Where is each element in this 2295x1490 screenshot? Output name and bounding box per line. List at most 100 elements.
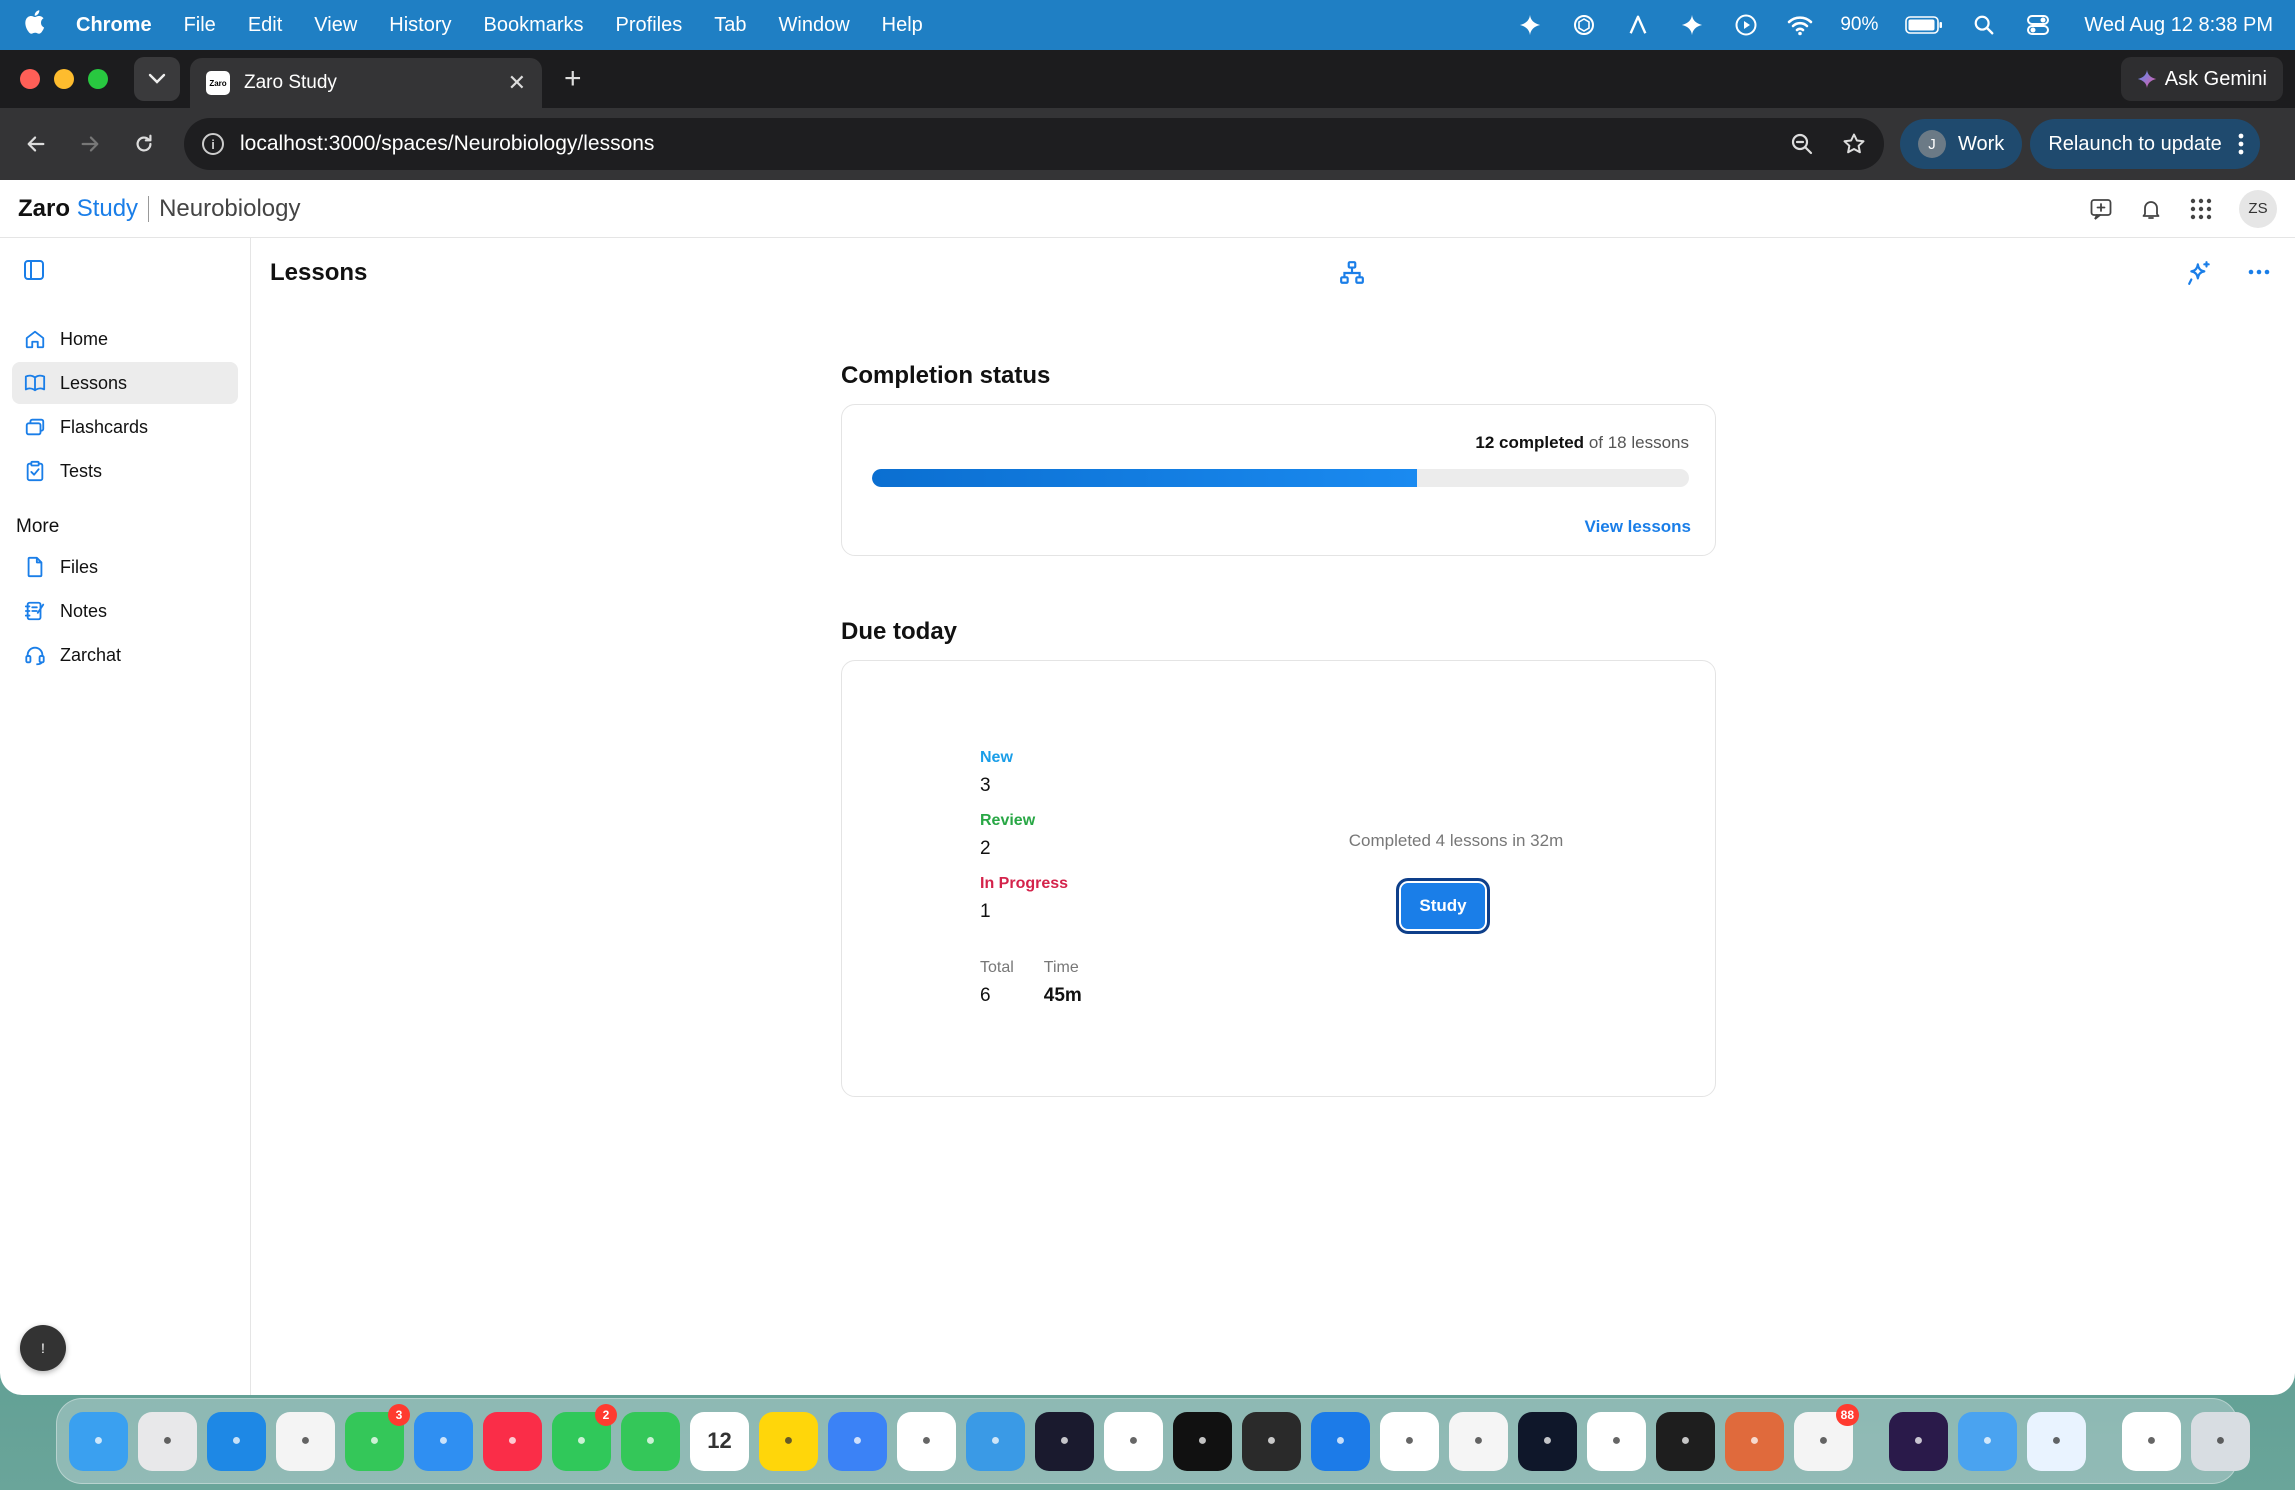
file-icon xyxy=(22,554,48,580)
menu-edit[interactable]: Edit xyxy=(248,14,282,37)
dock-app-weather[interactable]: ● xyxy=(966,1411,1025,1471)
dock-app-screens[interactable]: ● xyxy=(1035,1411,1094,1471)
close-window-button[interactable] xyxy=(20,69,40,89)
address-bar[interactable]: i localhost:3000/spaces/Neurobiology/les… xyxy=(184,118,1884,170)
dock-app-calendar[interactable]: 12 xyxy=(690,1411,749,1471)
menu-file[interactable]: File xyxy=(184,14,216,37)
sparkle-status-icon[interactable] xyxy=(1516,11,1544,39)
dock-app-launchpad[interactable]: ● xyxy=(138,1411,197,1471)
hierarchy-icon[interactable] xyxy=(1339,260,1365,291)
profile-button[interactable]: J Work xyxy=(1900,119,2023,169)
apps-grid-icon[interactable] xyxy=(2189,197,2213,221)
dock-app-simulator[interactable]: ● xyxy=(828,1411,887,1471)
sidebar-item-lessons[interactable]: Lessons xyxy=(12,362,238,404)
dock-app-claude[interactable]: ● xyxy=(1725,1411,1784,1471)
apple-menu-icon[interactable] xyxy=(22,9,46,42)
dock-app-orion[interactable]: ● xyxy=(1889,1411,1948,1471)
dock-app-arc[interactable]: ● xyxy=(1449,1411,1508,1471)
dock-app-music[interactable]: ● xyxy=(483,1411,542,1471)
site-info-icon[interactable]: i xyxy=(202,133,224,155)
dock-app-document[interactable]: ● xyxy=(2122,1411,2181,1471)
arc-icon: ● xyxy=(1473,1432,1484,1449)
help-button[interactable]: ! xyxy=(20,1325,66,1371)
menu-window[interactable]: Window xyxy=(779,14,850,37)
dock-app-safari[interactable]: ● xyxy=(207,1411,266,1471)
dock-app-terminal[interactable]: ● xyxy=(1173,1411,1232,1471)
tab-close-icon[interactable]: ✕ xyxy=(508,70,526,96)
notification-bell-icon[interactable] xyxy=(2139,197,2163,221)
control-center-icon[interactable] xyxy=(2024,11,2052,39)
zoom-icon[interactable] xyxy=(1790,132,1814,156)
browser-tab-active[interactable]: Zaro Zaro Study ✕ xyxy=(190,58,542,108)
dock-app-xcode[interactable]: ● xyxy=(1311,1411,1370,1471)
tab-search-button[interactable] xyxy=(134,57,180,101)
dock-app-finder[interactable]: ● xyxy=(69,1411,128,1471)
dock-app-preview[interactable]: ● xyxy=(1958,1411,2017,1471)
more-horizontal-icon[interactable] xyxy=(2247,260,2271,284)
gemini-status-icon[interactable] xyxy=(1678,11,1706,39)
dock-app-figma[interactable]: ● xyxy=(1656,1411,1715,1471)
sidebar-item-flashcards[interactable]: Flashcards xyxy=(12,406,238,448)
back-button[interactable] xyxy=(18,126,54,162)
ask-gemini-button[interactable]: Ask Gemini xyxy=(2120,57,2283,101)
dock-app-quicktime[interactable]: ● xyxy=(2027,1411,2086,1471)
astro-status-icon[interactable] xyxy=(1624,11,1652,39)
wifi-icon[interactable] xyxy=(1786,11,1814,39)
astro-icon: ● xyxy=(1542,1432,1553,1449)
time-value: 45m xyxy=(1043,985,1082,1006)
sidebar-item-home[interactable]: Home xyxy=(12,318,238,360)
home-icon xyxy=(22,326,48,352)
reload-button[interactable] xyxy=(126,126,162,162)
dock-app-astro[interactable]: ● xyxy=(1518,1411,1577,1471)
menu-help[interactable]: Help xyxy=(882,14,923,37)
forward-button[interactable] xyxy=(72,126,108,162)
spotlight-search-icon[interactable] xyxy=(1970,11,1998,39)
new-tab-icon[interactable]: + xyxy=(564,62,582,96)
dock-app-facetime[interactable]: ● 2 xyxy=(552,1403,617,1471)
sidebar-item-tests[interactable]: Tests xyxy=(12,450,238,492)
menu-view[interactable]: View xyxy=(314,14,357,37)
user-avatar[interactable]: ZS xyxy=(2239,189,2277,228)
launchpad-icon: ● xyxy=(162,1432,173,1449)
study-button[interactable]: Study xyxy=(1396,878,1490,934)
fullscreen-window-button[interactable] xyxy=(88,69,108,89)
menu-profiles[interactable]: Profiles xyxy=(616,14,683,37)
brand-logo[interactable]: Zaro Study xyxy=(18,195,138,223)
dock-app-trash[interactable]: ● xyxy=(2191,1411,2250,1471)
dock-app-messages[interactable]: ● 3 xyxy=(345,1403,410,1471)
dock-app-mail[interactable]: ● xyxy=(414,1411,473,1471)
dock-app-notes[interactable]: ● xyxy=(759,1411,818,1471)
ai-sparkle-icon[interactable] xyxy=(2187,260,2213,286)
sidebar-item-notes[interactable]: Notes xyxy=(12,590,238,632)
dock-app-chrome[interactable]: ● xyxy=(276,1411,335,1471)
sidebar-toggle-button[interactable] xyxy=(22,258,238,288)
sidebar-item-zarchat[interactable]: Zarchat xyxy=(12,634,238,676)
dock-app-notion[interactable]: ● xyxy=(1380,1411,1439,1471)
sidebar-item-files[interactable]: Files xyxy=(12,546,238,588)
dock-app-slack[interactable]: ● xyxy=(1104,1411,1163,1471)
app-name-menu[interactable]: Chrome xyxy=(76,14,152,37)
relaunch-button[interactable]: Relaunch to update xyxy=(2030,119,2260,169)
dock-app-phone[interactable]: ● xyxy=(621,1411,680,1471)
window-controls xyxy=(20,69,108,89)
in-progress-label: In Progress xyxy=(980,875,1069,892)
chatgpt-status-icon[interactable] xyxy=(1570,11,1598,39)
menu-bookmarks[interactable]: Bookmarks xyxy=(484,14,584,37)
play-status-icon[interactable] xyxy=(1732,11,1760,39)
feedback-icon[interactable] xyxy=(2089,197,2113,221)
dock-app-chatgpt[interactable]: ● 88 xyxy=(1794,1403,1859,1471)
menubar-clock[interactable]: Wed Aug 12 8:38 PM xyxy=(2084,14,2273,37)
minimize-window-button[interactable] xyxy=(54,69,74,89)
dock-app-photos[interactable]: ● xyxy=(897,1411,956,1471)
chrome-icon: ● xyxy=(300,1432,311,1449)
sidebar-item-label: Tests xyxy=(60,460,103,481)
document-icon: ● xyxy=(2146,1432,2157,1449)
menu-tab[interactable]: Tab xyxy=(714,14,746,37)
bookmark-star-icon[interactable] xyxy=(1842,132,1866,156)
view-lessons-link[interactable]: View lessons xyxy=(1585,517,1691,537)
menu-history[interactable]: History xyxy=(389,14,451,37)
dock-app-gemini[interactable]: ● xyxy=(1587,1411,1646,1471)
battery-icon[interactable] xyxy=(1904,11,1944,39)
dock-app-raycast[interactable]: ● xyxy=(1242,1411,1301,1471)
review-label: Review xyxy=(980,812,1036,829)
